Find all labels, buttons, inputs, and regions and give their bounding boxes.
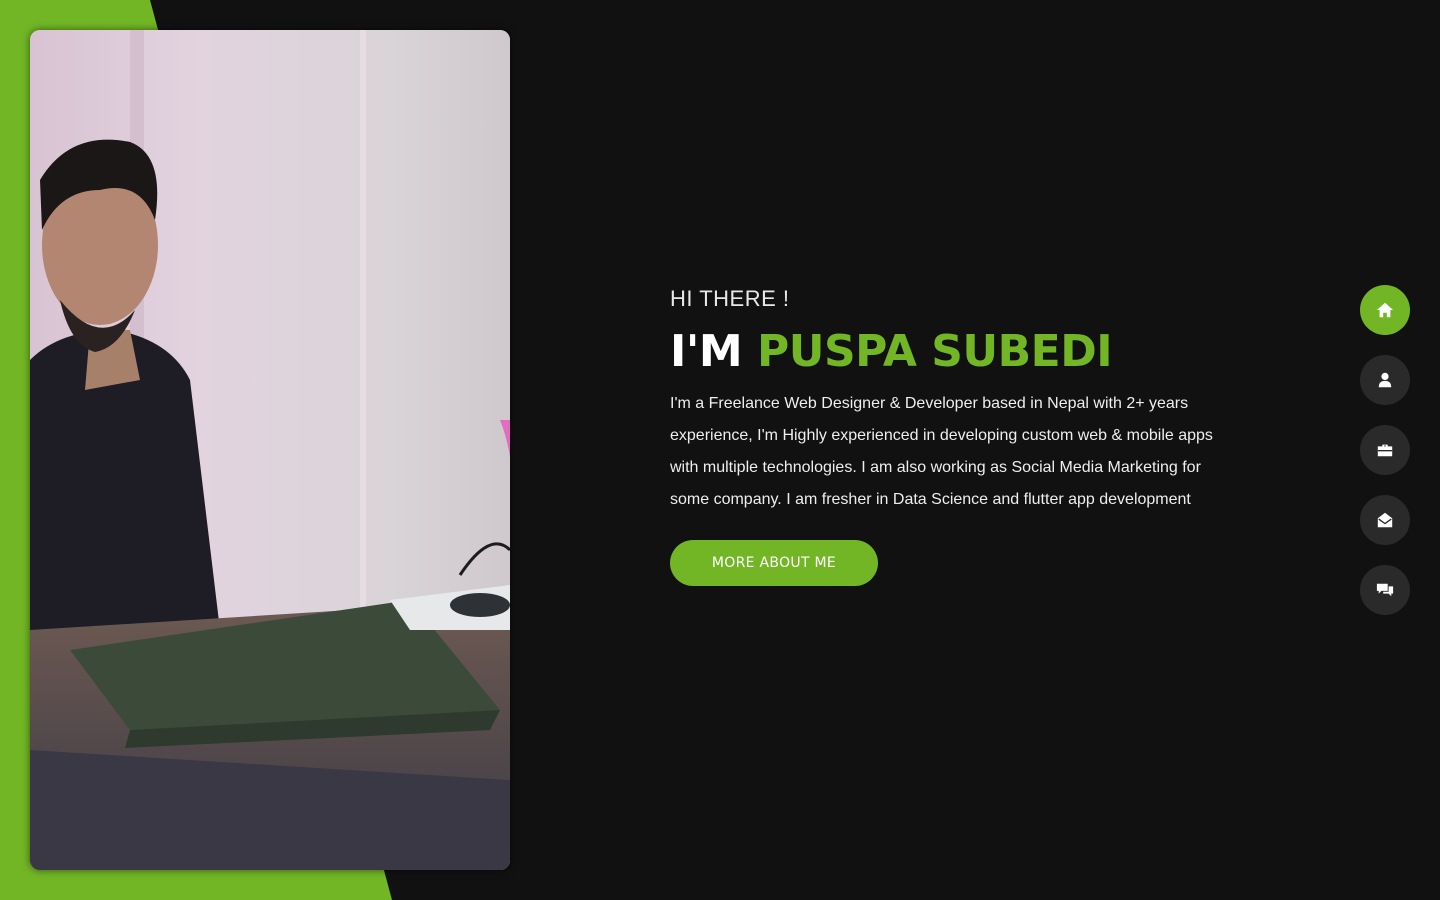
hero-section: HI THERE ! I'M PUSPA SUBEDI I'm a Freela… <box>670 282 1230 586</box>
nav-contact[interactable] <box>1360 495 1410 545</box>
greeting: HI THERE ! <box>670 286 790 311</box>
side-navigation <box>1360 285 1410 615</box>
briefcase-icon <box>1377 444 1393 457</box>
headline: I'M PUSPA SUBEDI <box>670 324 1230 380</box>
envelope-open-icon <box>1377 512 1393 528</box>
nav-home[interactable] <box>1360 285 1410 335</box>
headline-name: PUSPA SUBEDI <box>756 326 1113 377</box>
bio-text: I'm a Freelance Web Designer & Developer… <box>670 395 1213 508</box>
nav-portfolio[interactable] <box>1360 425 1410 475</box>
more-about-me-button[interactable]: MORE ABOUT ME <box>670 540 878 586</box>
comments-icon <box>1376 583 1394 597</box>
nav-blog[interactable] <box>1360 565 1410 615</box>
nav-about[interactable] <box>1360 355 1410 405</box>
headline-prefix: I'M <box>670 326 743 377</box>
user-icon <box>1378 372 1392 388</box>
profile-photo <box>30 30 510 870</box>
home-icon <box>1376 302 1394 318</box>
